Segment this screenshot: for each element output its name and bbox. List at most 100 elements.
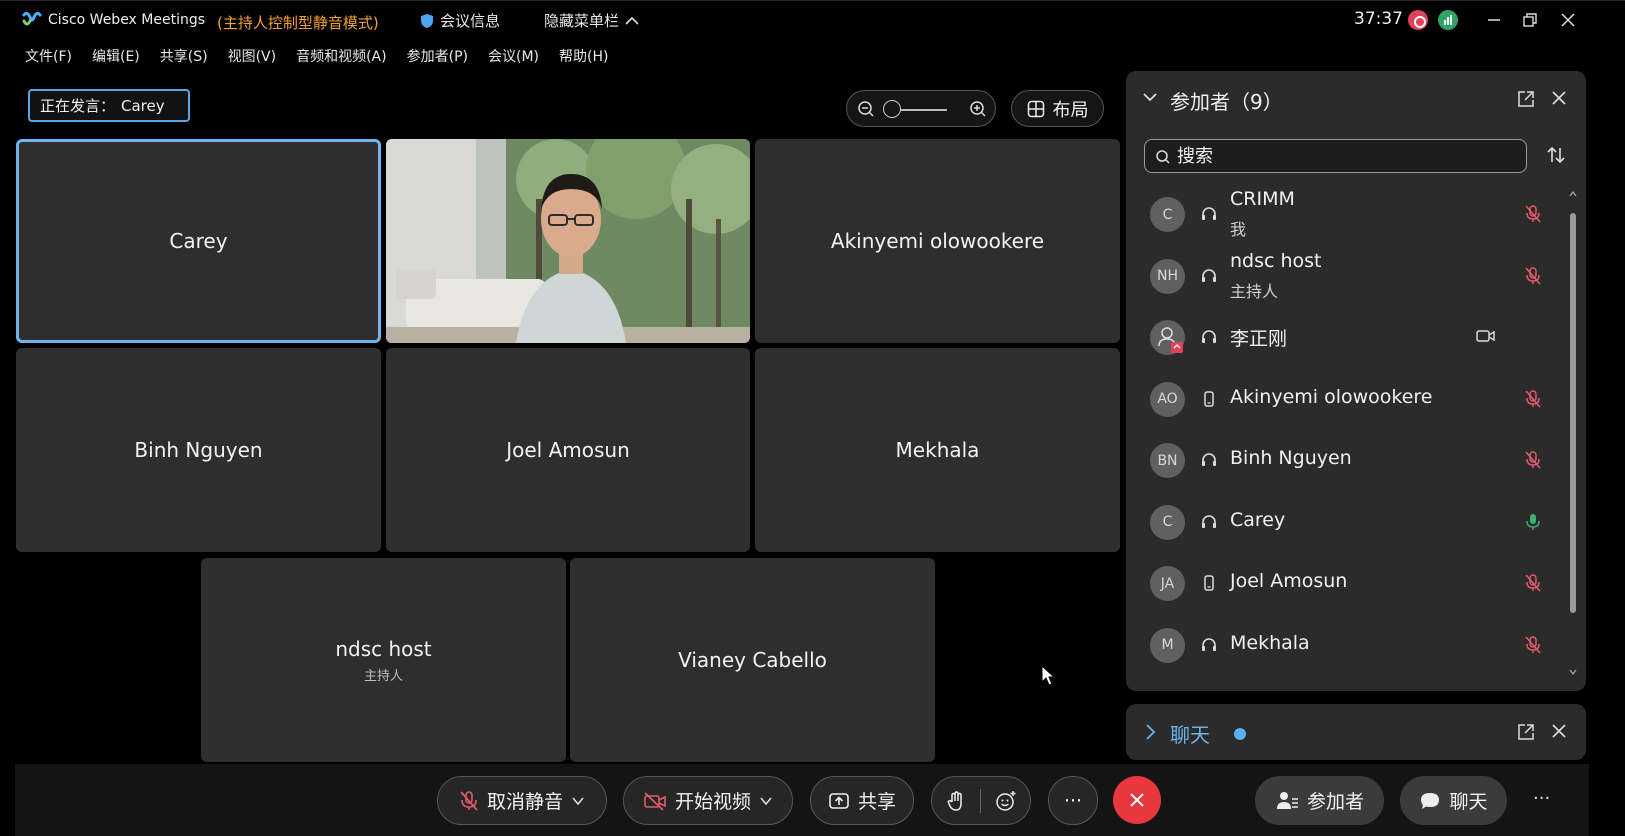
mic-muted-icon[interactable] <box>1524 450 1542 470</box>
participant-sub: 主持人 <box>1230 281 1279 301</box>
close-icon[interactable] <box>1551 90 1567 106</box>
headset-icon <box>1200 328 1218 346</box>
recording-icon[interactable] <box>1408 10 1428 30</box>
chevron-down-icon[interactable] <box>759 796 773 806</box>
emoji-reaction-icon[interactable] <box>995 790 1017 812</box>
avatar: C <box>1150 504 1185 540</box>
participant-name: Mekhala <box>1230 631 1310 654</box>
video-tile-carey[interactable]: Carey <box>16 139 381 343</box>
meeting-info-label: 会议信息 <box>440 12 501 30</box>
menu-meeting[interactable]: 会议(M) <box>478 42 549 70</box>
hide-menu-button[interactable]: 隐藏菜单栏 <box>544 10 639 31</box>
chat-panel[interactable]: 聊天 <box>1126 704 1586 760</box>
video-tile-binh[interactable]: Binh Nguyen <box>16 348 381 552</box>
phone-icon <box>1200 574 1218 592</box>
participant-row[interactable]: BN Binh Nguyen <box>1126 430 1566 492</box>
share-button[interactable]: 共享 <box>810 776 914 825</box>
mic-muted-icon[interactable] <box>1524 266 1542 286</box>
menu-participants[interactable]: 参加者(P) <box>397 42 478 70</box>
video-tile-ndsc-host[interactable]: ndsc host 主持人 <box>201 558 566 762</box>
participant-row[interactable]: JA Joel Amosun <box>1126 553 1566 615</box>
start-video-button[interactable]: 开始视频 <box>623 776 793 825</box>
menu-audio-video[interactable]: 音频和视频(A) <box>286 42 397 70</box>
leave-meeting-button[interactable] <box>1113 776 1161 824</box>
participant-name: ndsc host <box>1230 249 1322 272</box>
active-speaker-indicator: 正在发言： Carey <box>28 89 190 122</box>
headset-icon <box>1200 513 1218 531</box>
camera-icon[interactable] <box>1476 327 1496 345</box>
headset-icon <box>1200 636 1218 654</box>
participant-row[interactable]: M Mekhala <box>1126 615 1566 677</box>
participants-button[interactable]: 参加者 <box>1255 776 1384 825</box>
zoom-slider-thumb[interactable] <box>883 100 901 118</box>
participant-row[interactable]: C Carey <box>1126 492 1566 554</box>
participant-row[interactable]: 李正刚 <box>1126 307 1566 369</box>
popout-icon[interactable] <box>1517 723 1535 741</box>
reactions-group <box>931 776 1031 825</box>
participants-icon <box>1275 790 1299 812</box>
zoom-in-icon[interactable] <box>969 100 987 118</box>
menu-file[interactable]: 文件(F) <box>15 42 82 70</box>
mic-muted-icon[interactable] <box>1524 389 1542 409</box>
menu-edit[interactable]: 编辑(E) <box>82 42 150 70</box>
mic-muted-icon <box>459 790 479 812</box>
menu-view[interactable]: 视图(V) <box>218 42 287 70</box>
avatar: C <box>1150 197 1185 232</box>
chevron-down-icon[interactable] <box>571 796 585 806</box>
raise-hand-icon[interactable] <box>946 790 966 812</box>
search-input[interactable] <box>1177 144 1517 168</box>
sort-icon[interactable] <box>1546 146 1566 164</box>
mic-muted-icon[interactable] <box>1524 635 1542 655</box>
menu-share[interactable]: 共享(S) <box>150 42 218 70</box>
participant-row[interactable]: AO Akinyemi olowookere <box>1126 369 1566 431</box>
meeting-info-button[interactable]: 会议信息 <box>420 10 500 31</box>
mic-muted-icon[interactable] <box>1524 573 1542 593</box>
zoom-out-icon[interactable] <box>857 100 875 118</box>
participant-row[interactable]: C CRIMM 我 <box>1126 184 1566 246</box>
tile-name: Akinyemi olowookere <box>830 229 1045 253</box>
close-window-icon[interactable] <box>1556 9 1580 31</box>
participant-list: C CRIMM 我 NH ndsc host 主持人 李正刚 AO Akinye… <box>1126 184 1566 676</box>
participant-name: 李正刚 <box>1230 328 1288 350</box>
video-tile-mekhala[interactable]: Mekhala <box>755 348 1120 552</box>
scroll-down-icon[interactable] <box>1569 667 1577 677</box>
participant-sub: 我 <box>1230 220 1247 239</box>
minimize-icon[interactable] <box>1482 9 1506 31</box>
close-icon[interactable] <box>1551 723 1567 739</box>
participant-row[interactable]: NH ndsc host 主持人 <box>1126 246 1566 308</box>
participant-scrollbar[interactable] <box>1569 189 1577 679</box>
video-tile-akinyemi[interactable]: Akinyemi olowookere <box>755 139 1120 343</box>
chevron-down-icon[interactable] <box>1142 89 1158 105</box>
menu-help[interactable]: 帮助(H) <box>549 42 618 70</box>
webex-logo-icon <box>22 11 42 27</box>
video-tile-live-camera[interactable] <box>386 139 750 343</box>
video-off-icon <box>643 791 667 811</box>
zoom-slider-track[interactable] <box>897 109 947 111</box>
restore-icon[interactable] <box>1518 9 1542 31</box>
chevron-right-icon[interactable] <box>1144 723 1156 741</box>
mic-active-icon[interactable] <box>1524 512 1542 532</box>
separator <box>979 788 981 813</box>
popout-icon[interactable] <box>1517 90 1535 108</box>
video-tile-joel[interactable]: Joel Amosun <box>386 348 750 552</box>
share-screen-icon <box>828 791 850 811</box>
video-tile-vianey[interactable]: Vianey Cabello <box>570 558 935 762</box>
signal-stats-icon[interactable] <box>1438 10 1458 30</box>
shield-icon <box>420 13 434 29</box>
meeting-timer: 37:37 <box>1354 9 1403 29</box>
chat-bubble-icon <box>1419 790 1441 812</box>
scroll-up-icon[interactable] <box>1569 189 1577 199</box>
headset-icon <box>1200 267 1218 285</box>
scrollbar-thumb[interactable] <box>1570 213 1576 613</box>
overflow-menu-button[interactable]: ··· <box>1533 788 1550 809</box>
unread-indicator <box>1234 728 1246 740</box>
camera-feed-image <box>386 139 750 343</box>
unmute-button[interactable]: 取消静音 <box>437 776 607 825</box>
more-options-button[interactable]: ··· <box>1048 776 1098 825</box>
search-icon <box>1155 149 1171 165</box>
participant-name: Akinyemi olowookere <box>1230 385 1433 408</box>
mic-muted-icon[interactable] <box>1524 204 1542 224</box>
participant-name: Joel Amosun <box>1230 570 1348 592</box>
chat-button[interactable]: 聊天 <box>1400 776 1507 825</box>
layout-button[interactable]: 布局 <box>1011 90 1104 127</box>
